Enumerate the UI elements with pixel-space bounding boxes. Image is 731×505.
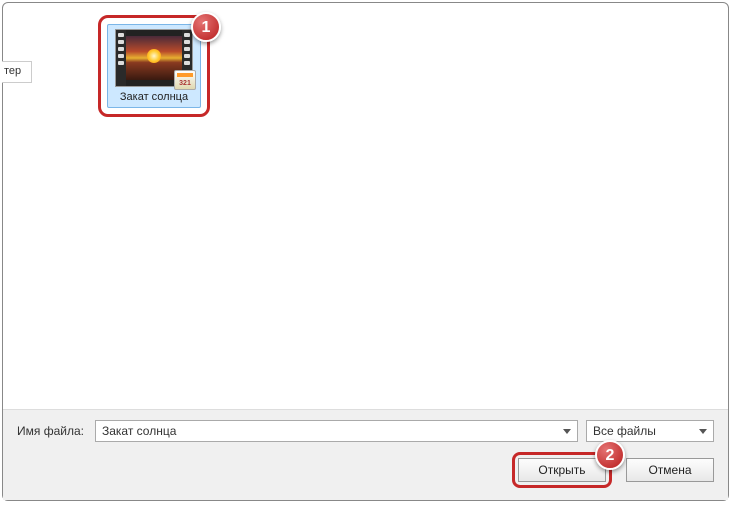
filename-value: Закат солнца: [102, 424, 176, 438]
file-item[interactable]: 1 321: [98, 15, 210, 117]
sidebar-fragment: тер: [2, 61, 32, 83]
filename-label: Имя файла:: [17, 424, 87, 438]
annotation-highlight-1: 1 321: [98, 15, 210, 117]
cancel-button[interactable]: Отмена: [626, 458, 714, 482]
video-thumbnail: 321: [115, 29, 193, 87]
annotation-marker-2: 2: [595, 440, 625, 470]
dialog-footer: Имя файла: Закат солнца Все файлы 2 Откр…: [3, 409, 728, 500]
filter-value: Все файлы: [593, 424, 656, 438]
annotation-marker-1: 1: [191, 12, 221, 42]
file-open-dialog: тер 1: [2, 2, 729, 501]
sun-icon: [147, 49, 161, 63]
filename-input[interactable]: Закат солнца: [95, 420, 578, 442]
player-badge-icon: 321: [174, 70, 196, 90]
file-list-area[interactable]: тер 1: [3, 3, 728, 409]
open-button[interactable]: Открыть: [518, 458, 606, 482]
file-type-filter[interactable]: Все файлы: [586, 420, 714, 442]
badge-text: 321: [179, 80, 191, 87]
filmstrip-icon: [116, 30, 126, 86]
file-selection: 321 Закат солнца: [107, 24, 201, 108]
file-name-label: Закат солнца: [112, 91, 196, 103]
annotation-highlight-2: 2 Открыть: [512, 452, 612, 488]
